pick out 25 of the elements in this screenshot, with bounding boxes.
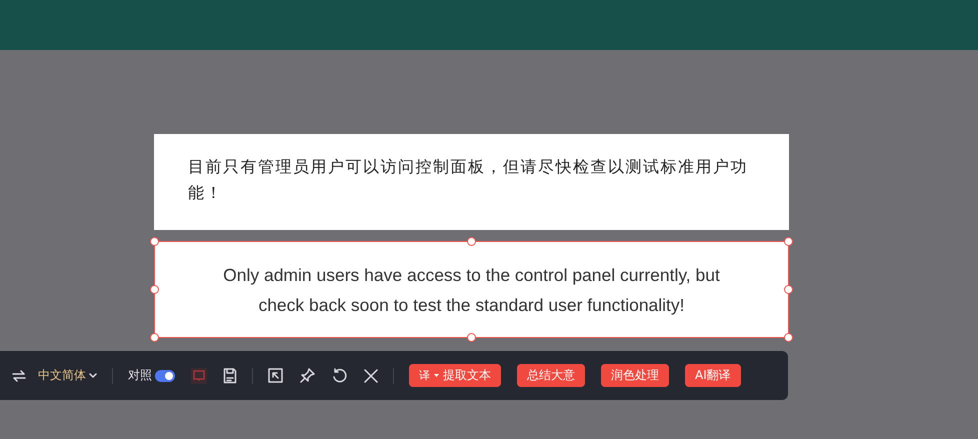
chevron-down-icon[interactable] — [89, 372, 97, 378]
resize-handle[interactable] — [784, 333, 793, 342]
source-text: Only admin users have access to the control panel currently, but check back soon to test the standard user functionality! — [222, 264, 721, 317]
compare-toggle[interactable] — [155, 370, 175, 382]
translation-text: 目前只有管理员用户可以访问控制面板，但请尽快检查以测试标准用户功能！ — [188, 156, 749, 204]
action-button[interactable]: 润色处理 — [601, 364, 669, 387]
resize-handle[interactable] — [150, 333, 159, 342]
close-icon[interactable] — [364, 368, 378, 382]
select-icon[interactable] — [268, 368, 283, 383]
save-icon[interactable] — [223, 368, 237, 384]
resize-handle[interactable] — [784, 237, 793, 246]
resize-handle[interactable] — [467, 237, 476, 246]
resize-handle[interactable] — [467, 333, 476, 342]
compare-label: 对照 — [128, 367, 152, 384]
resize-handle[interactable] — [784, 285, 793, 294]
language-dropdown[interactable]: 中文简体 — [38, 367, 97, 384]
caret-icon[interactable] — [434, 374, 439, 378]
swap-icon[interactable] — [12, 370, 26, 382]
action-button[interactable]: 总结大意 — [517, 364, 585, 387]
undo-icon[interactable] — [332, 368, 347, 383]
extract-text-button[interactable]: 译 提取文本 — [409, 364, 501, 387]
resize-handle[interactable] — [150, 237, 159, 246]
pin-icon[interactable] — [300, 368, 315, 383]
action-button[interactable]: AI翻译 — [685, 364, 741, 387]
resize-handle[interactable] — [150, 285, 159, 294]
